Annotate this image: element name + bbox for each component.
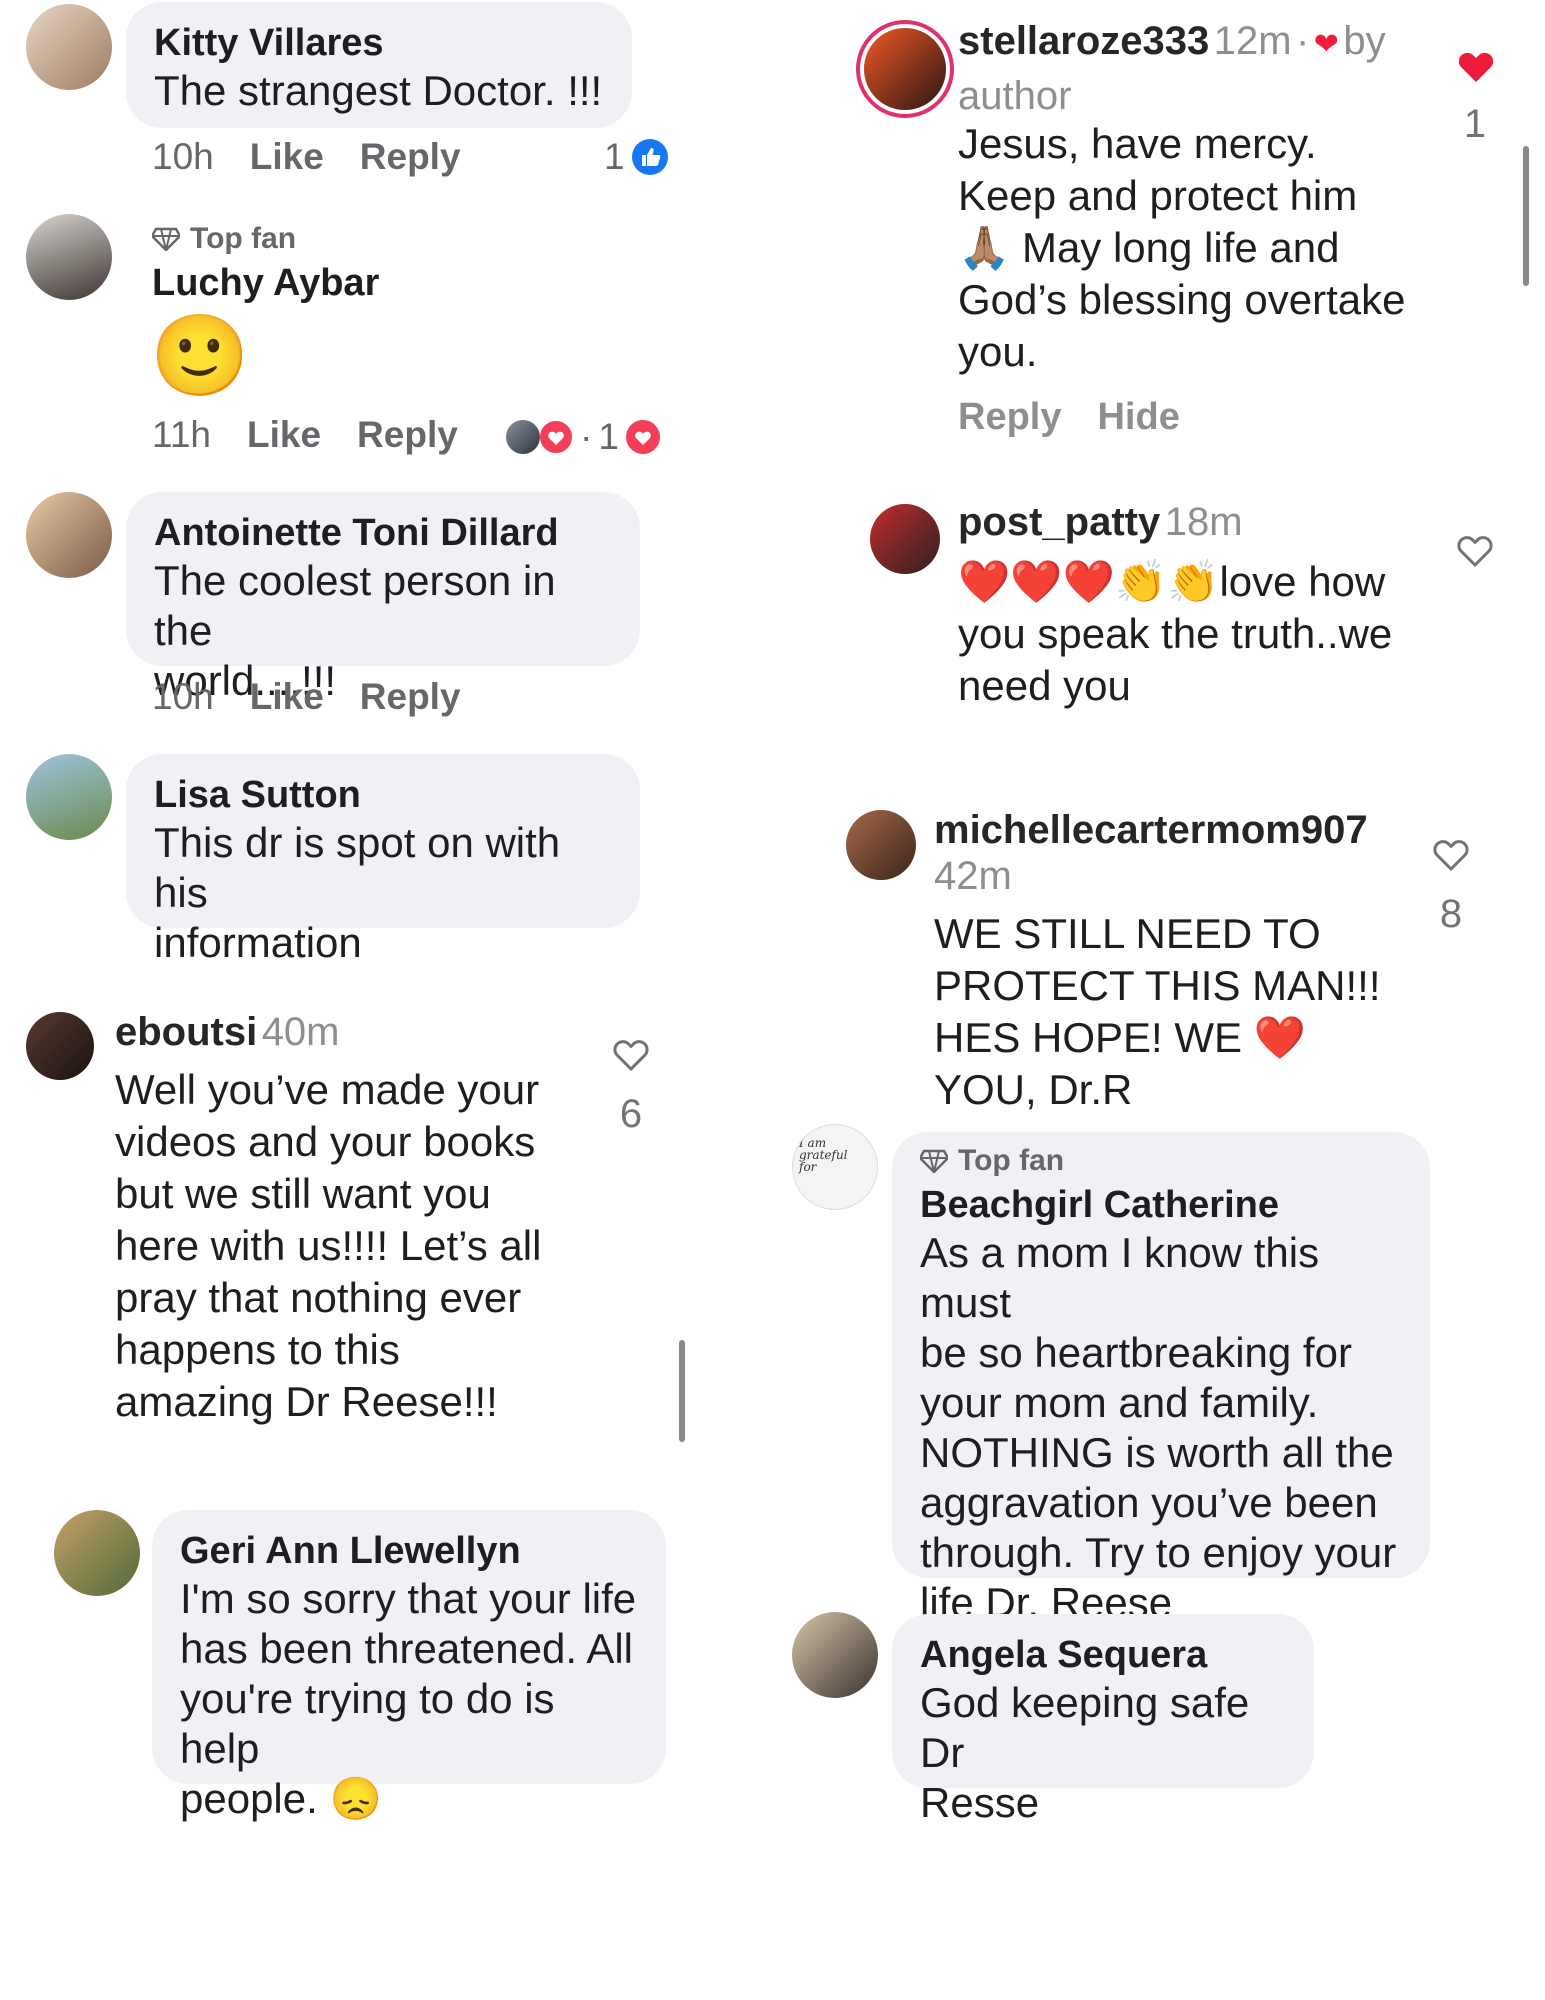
separator-dot: · bbox=[1296, 19, 1310, 63]
comment-time: 10h bbox=[152, 676, 214, 717]
comment-text: The strangest Doctor. !!! bbox=[154, 67, 603, 114]
top-fan-badge: Top fan bbox=[920, 1144, 1402, 1178]
comment-bubble: Lisa Sutton This dr is spot on with his … bbox=[126, 754, 640, 966]
comment-header: eboutsi 40m bbox=[115, 1010, 340, 1055]
comment-header: stellaroze333 12m · ❤ by author bbox=[958, 18, 1418, 128]
comment-actions: Reply Hide bbox=[958, 396, 1180, 439]
top-fan-badge: Top fan bbox=[152, 222, 296, 256]
comment-text: Jesus, have mercy. Keep and protect him … bbox=[958, 120, 1406, 375]
avatar[interactable] bbox=[846, 810, 916, 880]
avatar[interactable] bbox=[864, 28, 946, 110]
comment-time: 10h bbox=[152, 136, 214, 177]
reply-button[interactable]: Reply bbox=[357, 414, 458, 456]
comment-header: post_patty 18m bbox=[958, 500, 1243, 545]
comment-actions: 10h Like Reply bbox=[152, 136, 461, 178]
comment-bubble: Top fan Beachgirl Catherine As a mom I k… bbox=[892, 1132, 1430, 1626]
avatar[interactable] bbox=[26, 1012, 94, 1080]
avatar[interactable] bbox=[26, 214, 112, 300]
comment-time: 12m bbox=[1213, 19, 1292, 63]
like-reaction-icon bbox=[631, 139, 668, 175]
commenter-name[interactable]: Beachgirl Catherine bbox=[920, 1182, 1402, 1228]
comment-bubble: Geri Ann Llewellyn I'm so sorry that you… bbox=[152, 1510, 666, 1822]
comment-text: I'm so sorry that your life has been thr… bbox=[180, 1575, 637, 1822]
reply-button[interactable]: Reply bbox=[360, 136, 461, 178]
like-count: 1 bbox=[1463, 102, 1487, 146]
comment-bubble: Angela Sequera God keeping safe Dr Resse bbox=[892, 1614, 1314, 1826]
comment-actions: 10h Like Reply bbox=[152, 676, 461, 718]
comment-bubble: Antoinette Toni Dillard The coolest pers… bbox=[126, 492, 640, 704]
commenter-name[interactable]: Luchy Aybar bbox=[152, 260, 379, 306]
avatar[interactable] bbox=[870, 504, 940, 574]
reply-button[interactable]: Reply bbox=[958, 396, 1061, 439]
emoji-comment: 🙂 bbox=[150, 311, 250, 400]
avatar[interactable] bbox=[26, 492, 112, 578]
hide-button[interactable]: Hide bbox=[1097, 396, 1179, 439]
like-count: 6 bbox=[619, 1092, 643, 1136]
diamond-icon bbox=[920, 1149, 948, 1173]
love-reaction-icon bbox=[625, 420, 660, 454]
commenter-username[interactable]: michellecartermom907 bbox=[934, 808, 1368, 853]
comment-time: 11h bbox=[152, 414, 211, 455]
scrollbar[interactable] bbox=[1523, 146, 1529, 286]
liked-by-author-label: author bbox=[958, 74, 1072, 118]
commenter-username[interactable]: eboutsi bbox=[115, 1010, 257, 1054]
reaction-count: 1 bbox=[598, 416, 619, 457]
scrollbar[interactable] bbox=[679, 1340, 685, 1442]
avatar[interactable] bbox=[26, 4, 112, 90]
comment-actions: 11h Like Reply bbox=[152, 414, 458, 456]
commenter-name[interactable]: Geri Ann Llewellyn bbox=[180, 1528, 638, 1574]
comment-text: This dr is spot on with his information bbox=[154, 819, 561, 966]
avatar[interactable]: I am grateful for bbox=[792, 1124, 878, 1210]
commenter-name[interactable]: Kitty Villares bbox=[154, 20, 604, 66]
commenter-username[interactable]: post_patty bbox=[958, 500, 1160, 544]
commenter-name[interactable]: Antoinette Toni Dillard bbox=[154, 510, 612, 556]
reaction-count: 1 bbox=[604, 136, 625, 177]
heart-outline-icon[interactable] bbox=[1456, 532, 1494, 568]
avatar[interactable] bbox=[792, 1612, 878, 1698]
commenter-name[interactable]: Lisa Sutton bbox=[154, 772, 612, 818]
commenter-name[interactable]: Angela Sequera bbox=[920, 1632, 1286, 1678]
comment-text: God keeping safe Dr Resse bbox=[920, 1679, 1250, 1826]
heart-icon: ❤ bbox=[1313, 28, 1339, 61]
reply-button[interactable]: Reply bbox=[360, 676, 461, 718]
comment-text: Well you’ve made your videos and your bo… bbox=[115, 1066, 542, 1425]
comment-text: ❤️❤️❤️👏👏love how you speak the truth..we… bbox=[958, 558, 1393, 709]
like-button[interactable]: Like bbox=[250, 676, 324, 718]
reactor-avatar bbox=[506, 420, 540, 454]
avatar-caption: I am grateful for bbox=[799, 1136, 848, 1174]
comment-text: WE STILL NEED TO PROTECT THIS MAN!!! HES… bbox=[934, 910, 1381, 1113]
liked-by-label: by bbox=[1343, 19, 1386, 63]
like-button[interactable]: Like bbox=[247, 414, 321, 456]
like-count: 8 bbox=[1439, 892, 1463, 936]
comment-time: 42m bbox=[934, 854, 1012, 898]
comment-text: As a mom I know this must be so heartbre… bbox=[920, 1229, 1397, 1626]
like-button[interactable]: Like bbox=[250, 136, 324, 178]
comment-bubble: Kitty Villares The strangest Doctor. !!! bbox=[126, 2, 632, 128]
avatar[interactable] bbox=[54, 1510, 140, 1596]
commenter-username[interactable]: stellaroze333 bbox=[958, 19, 1209, 63]
comment-time: 18m bbox=[1164, 500, 1243, 544]
separator-dot: · bbox=[580, 416, 593, 457]
top-fan-label: Top fan bbox=[958, 1144, 1065, 1177]
reaction-summary[interactable]: 1 bbox=[604, 136, 669, 178]
heart-outline-icon[interactable] bbox=[612, 1036, 650, 1072]
reaction-summary[interactable]: · 1 bbox=[506, 416, 661, 458]
comment-time: 40m bbox=[261, 1010, 340, 1054]
heart-outline-icon[interactable] bbox=[1432, 836, 1470, 872]
top-fan-label: Top fan bbox=[190, 222, 297, 255]
avatar[interactable] bbox=[26, 754, 112, 840]
love-reaction-icon bbox=[538, 419, 574, 455]
heart-filled-icon[interactable] bbox=[1456, 48, 1496, 84]
diamond-icon bbox=[152, 227, 180, 251]
